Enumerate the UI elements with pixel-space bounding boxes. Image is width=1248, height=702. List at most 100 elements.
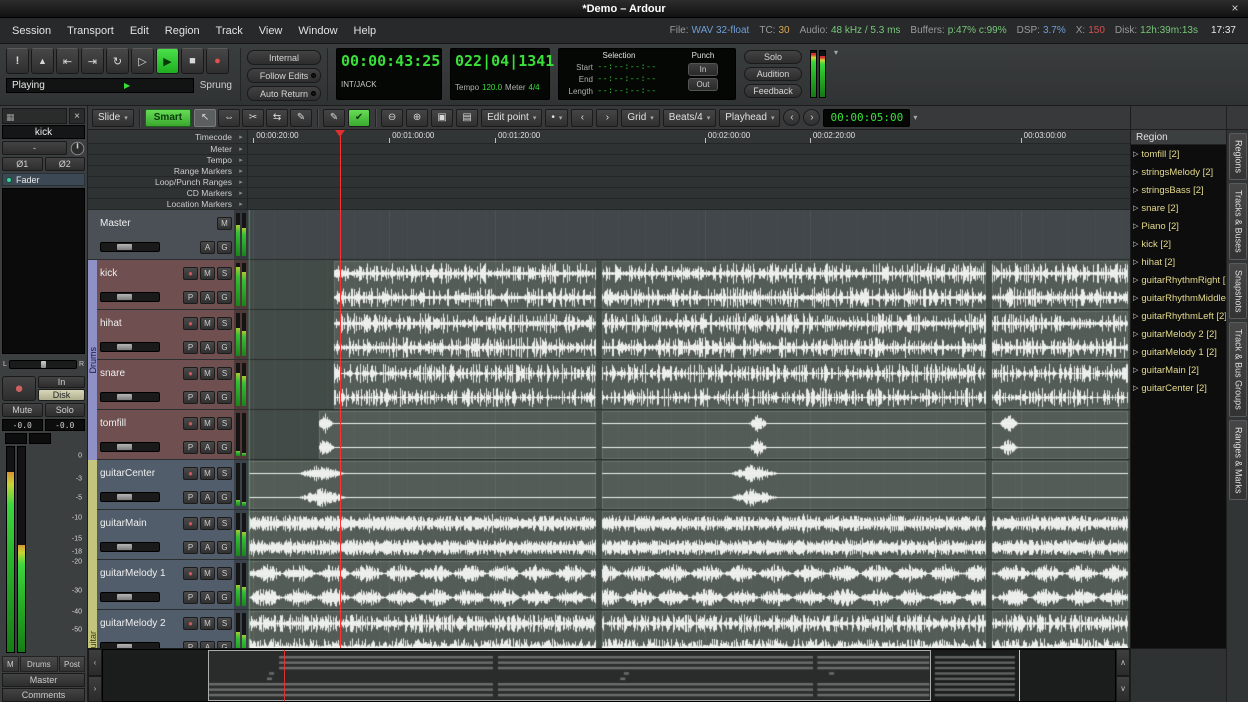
strip-menu-button[interactable]: [2, 108, 67, 124]
g-button-guitarcenter[interactable]: G: [217, 491, 232, 504]
strip-tab-drums[interactable]: Drums: [20, 656, 58, 672]
track-header-guitarmain[interactable]: guitarMain●MSPAG: [88, 510, 248, 560]
side-tab-track-bus-groups[interactable]: Track & Bus Groups: [1229, 322, 1247, 417]
record-arm-button-guitarmelody-2[interactable]: ●: [183, 617, 198, 630]
meter-menu-caret[interactable]: [834, 48, 838, 57]
track-canvas-area[interactable]: [248, 210, 1130, 648]
ruler-location-markers[interactable]: Location Markers: [88, 199, 1130, 210]
menu-view[interactable]: View: [251, 22, 291, 40]
a-button-kick[interactable]: A: [200, 291, 215, 304]
s-button-guitarmelody-1[interactable]: S: [217, 567, 232, 580]
g-button-hihat[interactable]: G: [217, 341, 232, 354]
disclosure-triangle-icon[interactable]: [1133, 276, 1138, 284]
zoom-focus-combo[interactable]: Playhead: [719, 109, 780, 127]
track-fader-hihat[interactable]: [100, 342, 160, 352]
g-button-snare[interactable]: G: [217, 391, 232, 404]
ruler-area[interactable]: [247, 166, 1130, 176]
ruler-range-markers[interactable]: Range Markers: [88, 166, 1130, 177]
summary-zoom-in-icon[interactable]: ∧: [1116, 649, 1130, 676]
record-arm-button-snare[interactable]: ●: [183, 367, 198, 380]
internal-edit-icon[interactable]: ✔: [348, 109, 370, 127]
fader-thumb[interactable]: [117, 444, 132, 450]
punch-out-button[interactable]: Out: [688, 78, 718, 91]
ruler-area[interactable]: 00:00:20:0000:01:00:0000:01:20:0000:02:0…: [247, 130, 1130, 143]
track-header-guitarcenter[interactable]: guitarCenter●MSPAG: [88, 460, 248, 510]
track-fader-snare[interactable]: [100, 392, 160, 402]
a-button-master[interactable]: A: [200, 241, 215, 254]
gain-display[interactable]: -0.0: [2, 419, 43, 431]
zoom-selection-icon[interactable]: ▤: [456, 109, 478, 127]
track-fader-master[interactable]: [100, 242, 160, 252]
track-header-kick[interactable]: kick●MSPAG: [88, 260, 248, 310]
track-header-master[interactable]: MasterMAG: [88, 210, 248, 260]
region-item[interactable]: guitarMelody 2 [2]: [1131, 325, 1226, 343]
record-arm-button-guitarmelody-1[interactable]: ●: [183, 567, 198, 580]
pan-slider[interactable]: [9, 360, 77, 369]
s-button-guitarcenter[interactable]: S: [217, 467, 232, 480]
track-fader-kick[interactable]: [100, 292, 160, 302]
primary-clock[interactable]: 00:00:43:25 INT/JACK: [336, 48, 442, 100]
fader-thumb[interactable]: [117, 644, 132, 648]
track-fader-guitarmelody-1[interactable]: [100, 592, 160, 602]
strip-close-icon[interactable]: [69, 108, 85, 124]
selection-end-value[interactable]: --:--:--:--: [597, 74, 657, 84]
ruler-expand-icon[interactable]: [235, 189, 247, 197]
ruler-area[interactable]: [247, 199, 1130, 209]
p-button-guitarmelody-1[interactable]: P: [183, 591, 198, 604]
record-arm-button[interactable]: ●: [2, 376, 36, 401]
region-item[interactable]: stringsBass [2]: [1131, 181, 1226, 199]
ruler-expand-icon[interactable]: [235, 145, 247, 153]
processor-fader-entry[interactable]: Fader: [2, 173, 85, 186]
disclosure-triangle-icon[interactable]: [1133, 168, 1138, 176]
record-arm-button-kick[interactable]: ●: [183, 267, 198, 280]
peak-display[interactable]: -0.0: [45, 419, 86, 431]
ruler-loop-punch-ranges[interactable]: Loop/Punch Ranges: [88, 177, 1130, 188]
ruler-expand-icon[interactable]: [235, 156, 247, 164]
output-button[interactable]: Master: [2, 673, 85, 687]
region-item[interactable]: guitarMain [2]: [1131, 361, 1226, 379]
menu-track[interactable]: Track: [208, 22, 251, 40]
tracks-canvas[interactable]: [248, 210, 1130, 648]
play-range-button[interactable]: ▷: [131, 48, 154, 74]
summary-view-rect[interactable]: [208, 650, 931, 701]
mute-button[interactable]: Mute: [2, 403, 43, 417]
trim-knob[interactable]: [69, 141, 85, 155]
ruler-cd-markers[interactable]: CD Markers: [88, 188, 1130, 199]
punch-in-button[interactable]: In: [688, 63, 718, 76]
ruler-expand-icon[interactable]: [235, 200, 247, 208]
solo-button[interactable]: Solo: [45, 403, 86, 417]
m-button-guitarmelody-1[interactable]: M: [200, 567, 215, 580]
ruler-expand-icon[interactable]: [235, 178, 247, 186]
playhead[interactable]: [340, 130, 341, 648]
disclosure-triangle-icon[interactable]: [1133, 186, 1138, 194]
menu-window[interactable]: Window: [290, 22, 345, 40]
m-button-kick[interactable]: M: [200, 267, 215, 280]
shuttle-control[interactable]: Playing: [6, 78, 194, 93]
secondary-clock[interactable]: 022|04|1341 Tempo 120.0 Meter 4/4: [450, 48, 550, 100]
track-fader-guitarmelody-2[interactable]: [100, 642, 160, 648]
fader-thumb[interactable]: [117, 294, 132, 300]
fader-thumb[interactable]: [117, 394, 132, 400]
menu-help[interactable]: Help: [346, 22, 385, 40]
region-item[interactable]: guitarRhythmLeft [2]: [1131, 307, 1226, 325]
track-header-snare[interactable]: snare●MSPAG: [88, 360, 248, 410]
disclosure-triangle-icon[interactable]: [1133, 258, 1138, 266]
disclosure-triangle-icon[interactable]: [1133, 384, 1138, 392]
track-fader-guitarcenter[interactable]: [100, 492, 160, 502]
g-button-master[interactable]: G: [217, 241, 232, 254]
phase-2-button[interactable]: Ø2: [45, 157, 86, 171]
p-button-hihat[interactable]: P: [183, 341, 198, 354]
region-item[interactable]: guitarMelody 1 [2]: [1131, 343, 1226, 361]
region-item[interactable]: snare [2]: [1131, 199, 1226, 217]
menu-transport[interactable]: Transport: [59, 22, 122, 40]
strip-tab-m[interactable]: M: [2, 656, 19, 672]
edit-mode-combo[interactable]: Slide: [92, 109, 134, 127]
ruler-expand-icon[interactable]: [235, 133, 247, 141]
g-button-kick[interactable]: G: [217, 291, 232, 304]
record-button[interactable]: ●: [206, 48, 229, 74]
region-item[interactable]: Piano [2]: [1131, 217, 1226, 235]
ruler-area[interactable]: [247, 177, 1130, 187]
s-button-hihat[interactable]: S: [217, 317, 232, 330]
region-item[interactable]: guitarRhythmRight [2]: [1131, 271, 1226, 289]
trim-button[interactable]: -: [2, 141, 67, 155]
